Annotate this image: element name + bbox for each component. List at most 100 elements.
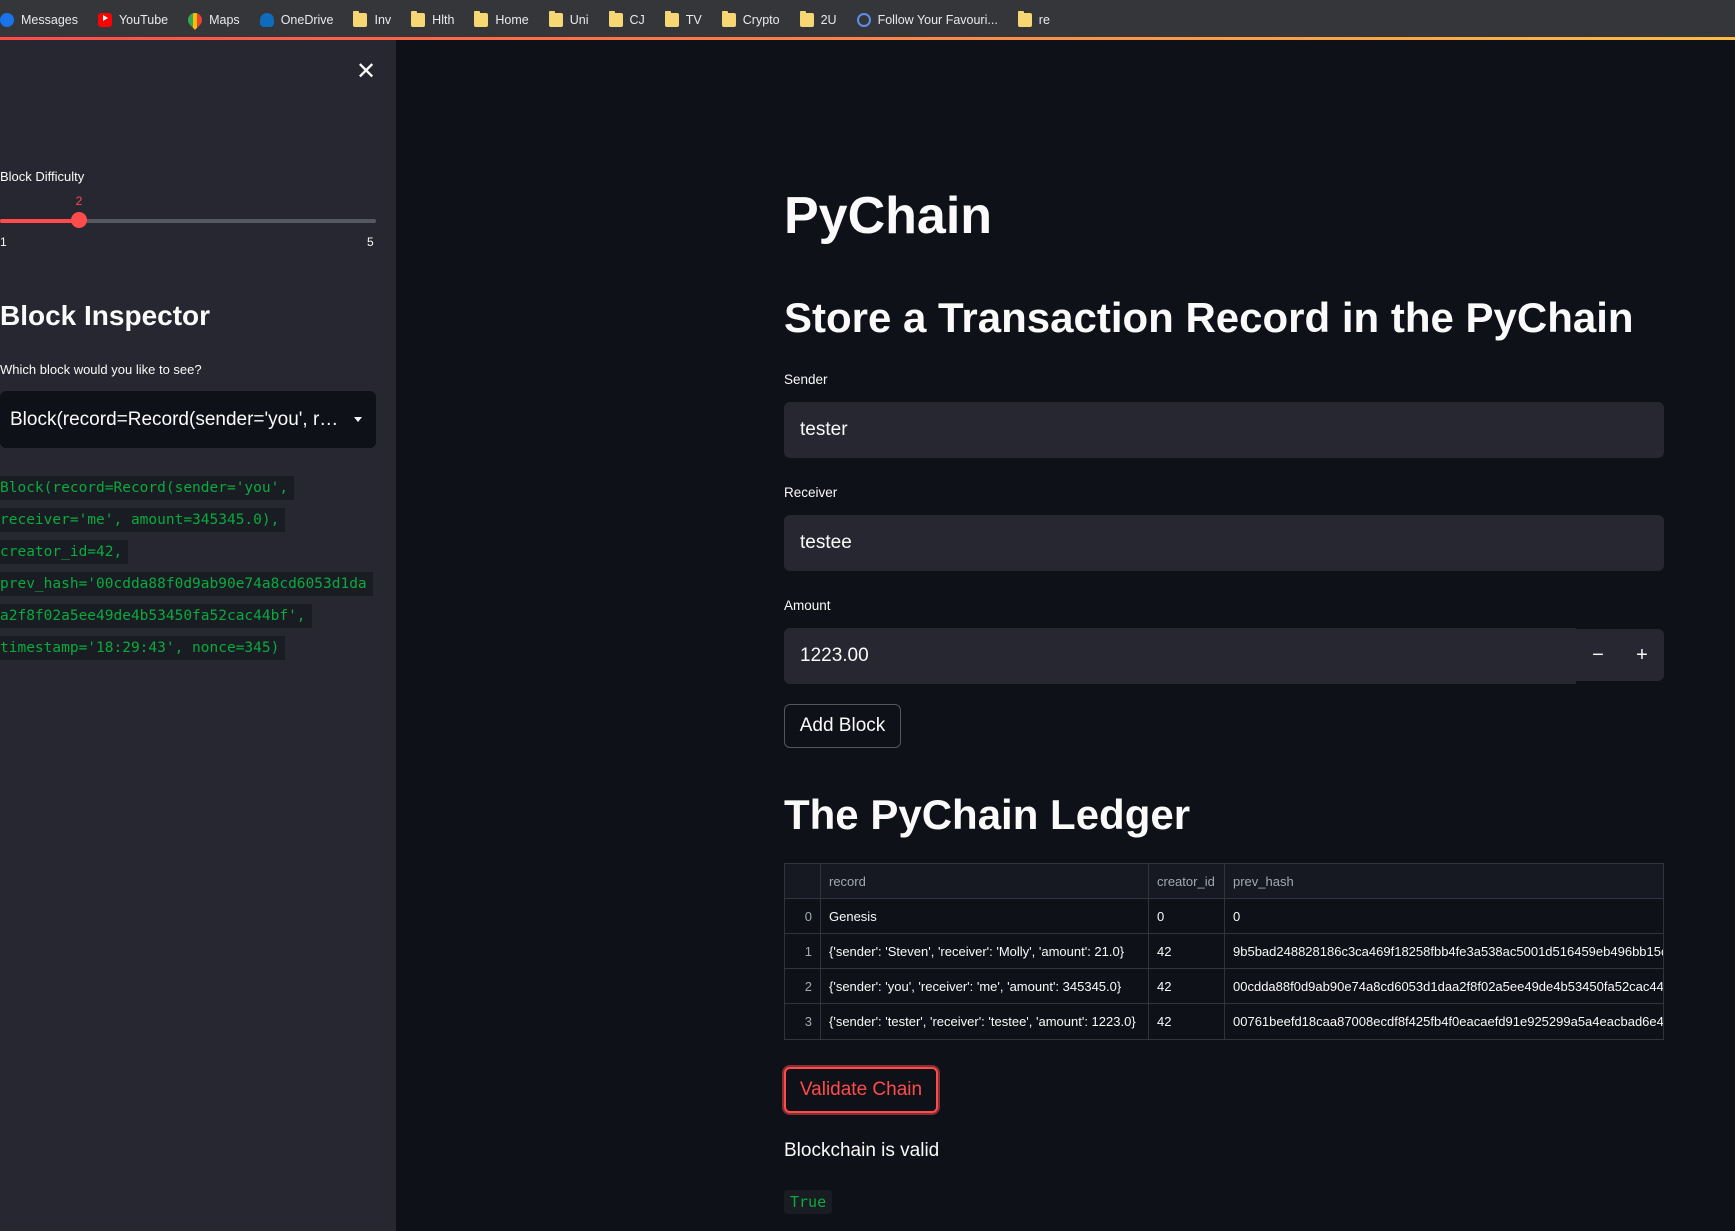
bookmark-2u[interactable]: 2U <box>799 0 837 40</box>
creator-id-cell[interactable]: 0 <box>1149 899 1225 933</box>
block-select[interactable]: Block(record=Record(sender='you', receiv… <box>0 391 376 448</box>
messages-icon <box>0 13 14 27</box>
code-line: creator_id=42, <box>0 540 129 564</box>
sidebar: ✕ Block Difficulty 2 1 5 Block Inspector… <box>0 40 396 1231</box>
bookmark-label: Follow Your Favouri... <box>877 13 998 27</box>
increment-button[interactable]: + <box>1620 629 1664 681</box>
folder-icon <box>474 11 489 27</box>
creator-id-cell[interactable]: 42 <box>1149 1004 1225 1039</box>
slider-value: 2 <box>75 194 83 208</box>
page-title: PyChain <box>784 187 993 245</box>
table-row: 1 {'sender': 'Steven', 'receiver': 'Moll… <box>785 934 1663 969</box>
chevron-down-icon <box>354 417 362 422</box>
block-inspector-heading: Block Inspector <box>0 300 211 331</box>
bookmark-cj[interactable]: CJ <box>608 0 645 40</box>
decrement-button[interactable]: − <box>1576 629 1620 681</box>
difficulty-slider-track[interactable] <box>0 219 376 223</box>
slider-fill <box>0 219 79 223</box>
bookmark-label: re <box>1038 13 1050 27</box>
validation-result: True <box>784 1190 833 1214</box>
table-row: 2 {'sender': 'you', 'receiver': 'me', 'a… <box>785 969 1663 1004</box>
creator-id-cell[interactable]: 42 <box>1149 969 1225 1003</box>
receiver-label: Receiver <box>784 485 838 500</box>
table-row: 3 {'sender': 'tester', 'receiver': 'test… <box>785 1004 1663 1039</box>
table-header-creator-id[interactable]: creator_id <box>1149 864 1225 898</box>
table-header-record[interactable]: record <box>821 864 1149 898</box>
maps-icon <box>185 10 206 30</box>
validation-status: Blockchain is valid <box>784 1140 940 1161</box>
validate-chain-button[interactable]: Validate Chain <box>784 1067 938 1113</box>
folder-icon <box>411 11 426 27</box>
prev-hash-cell[interactable]: 0 <box>1225 899 1663 933</box>
globe-icon <box>856 13 871 27</box>
bookmark-re[interactable]: re <box>1017 0 1050 40</box>
bookmark-label: Messages <box>21 13 78 27</box>
code-line: a2f8f02a5ee49de4b53450fa52cac44bf', <box>0 604 312 628</box>
bookmark-label: 2U <box>820 13 837 27</box>
bookmark-label: YouTube <box>118 13 169 27</box>
row-index: 2 <box>785 969 821 1003</box>
block-select-label: Which block would you like to see? <box>0 362 202 377</box>
table-header-row: record creator_id prev_hash <box>785 864 1663 899</box>
slider-min: 1 <box>0 235 7 249</box>
record-cell[interactable]: {'sender': 'Steven', 'receiver': 'Molly'… <box>821 934 1149 968</box>
prev-hash-cell[interactable]: 9b5bad248828186c3ca469f18258fbb4fe3a538a… <box>1225 934 1663 968</box>
block-code-output: Block(record=Record(sender='you', receiv… <box>0 472 373 664</box>
amount-value: 1223.00 <box>800 645 869 666</box>
slider-max: 5 <box>367 235 374 249</box>
bookmark-onedrive[interactable]: OneDrive <box>259 0 334 40</box>
prev-hash-cell[interactable]: 00cdda88f0d9ab90e74a8cd6053d1daa2f8f02a5… <box>1225 969 1663 1003</box>
bookmarks-bar: Messages YouTube Maps OneDrive Inv Hlth … <box>0 0 1735 40</box>
table-header-index <box>785 864 821 898</box>
folder-icon <box>548 11 563 27</box>
record-cell[interactable]: {'sender': 'you', 'receiver': 'me', 'amo… <box>821 969 1149 1003</box>
main-content: PyChain Store a Transaction Record in th… <box>396 40 1735 1231</box>
table-header-prev-hash[interactable]: prev_hash <box>1225 864 1663 898</box>
difficulty-slider-thumb[interactable] <box>71 212 87 228</box>
row-index: 0 <box>785 899 821 933</box>
table-row: 0 Genesis 0 0 <box>785 899 1663 934</box>
ledger-table[interactable]: record creator_id prev_hash 0 Genesis 0 … <box>784 863 1664 1040</box>
page-subtitle: Store a Transaction Record in the PyChai… <box>784 294 1634 341</box>
amount-label: Amount <box>784 598 831 613</box>
bookmark-label: TV <box>685 13 702 27</box>
add-block-button[interactable]: Add Block <box>784 704 901 748</box>
close-icon[interactable]: ✕ <box>356 60 376 84</box>
record-cell[interactable]: {'sender': 'tester', 'receiver': 'testee… <box>821 1004 1149 1039</box>
bookmark-label: Home <box>495 13 529 27</box>
bookmark-label: CJ <box>629 13 645 27</box>
sender-input[interactable]: tester <box>784 402 1664 458</box>
folder-icon <box>664 11 679 27</box>
bookmark-label: OneDrive <box>280 13 334 27</box>
ledger-title: The PyChain Ledger <box>784 791 1191 838</box>
bookmark-home[interactable]: Home <box>474 0 529 40</box>
code-line: timestamp='18:29:43', nonce=345) <box>0 636 286 660</box>
creator-id-cell[interactable]: 42 <box>1149 934 1225 968</box>
receiver-input[interactable]: testee <box>784 515 1664 571</box>
amount-stepper: − + <box>1576 629 1664 681</box>
slider-label: Block Difficulty <box>0 169 85 184</box>
bookmark-label: Crypto <box>742 13 780 27</box>
record-cell[interactable]: Genesis <box>821 899 1149 933</box>
receiver-value: testee <box>800 532 852 553</box>
bookmark-messages[interactable]: Messages <box>0 0 78 40</box>
bookmark-hlth[interactable]: Hlth <box>411 0 454 40</box>
folder-icon <box>608 11 623 27</box>
bookmark-inv[interactable]: Inv <box>353 0 391 40</box>
bookmark-maps[interactable]: Maps <box>185 0 240 40</box>
bookmark-uni[interactable]: Uni <box>548 0 589 40</box>
block-select-value: Block(record=Record(sender='you', receiv… <box>10 408 346 430</box>
bookmark-label: Uni <box>569 13 589 27</box>
bookmark-follow[interactable]: Follow Your Favouri... <box>856 0 998 40</box>
code-line: receiver='me', amount=345345.0), <box>0 508 286 532</box>
amount-input[interactable]: 1223.00 <box>784 628 1576 684</box>
bookmark-label: Maps <box>209 13 240 27</box>
bookmark-crypto[interactable]: Crypto <box>721 0 780 40</box>
folder-icon <box>721 11 736 27</box>
bookmark-youtube[interactable]: YouTube <box>97 0 169 40</box>
bookmark-tv[interactable]: TV <box>664 0 702 40</box>
prev-hash-cell[interactable]: 00761beefd18caa87008ecdf8f425fb4f0eacaef… <box>1225 1004 1663 1039</box>
bookmark-label: Hlth <box>432 13 455 27</box>
folder-icon <box>1017 11 1032 27</box>
sender-label: Sender <box>784 372 828 387</box>
